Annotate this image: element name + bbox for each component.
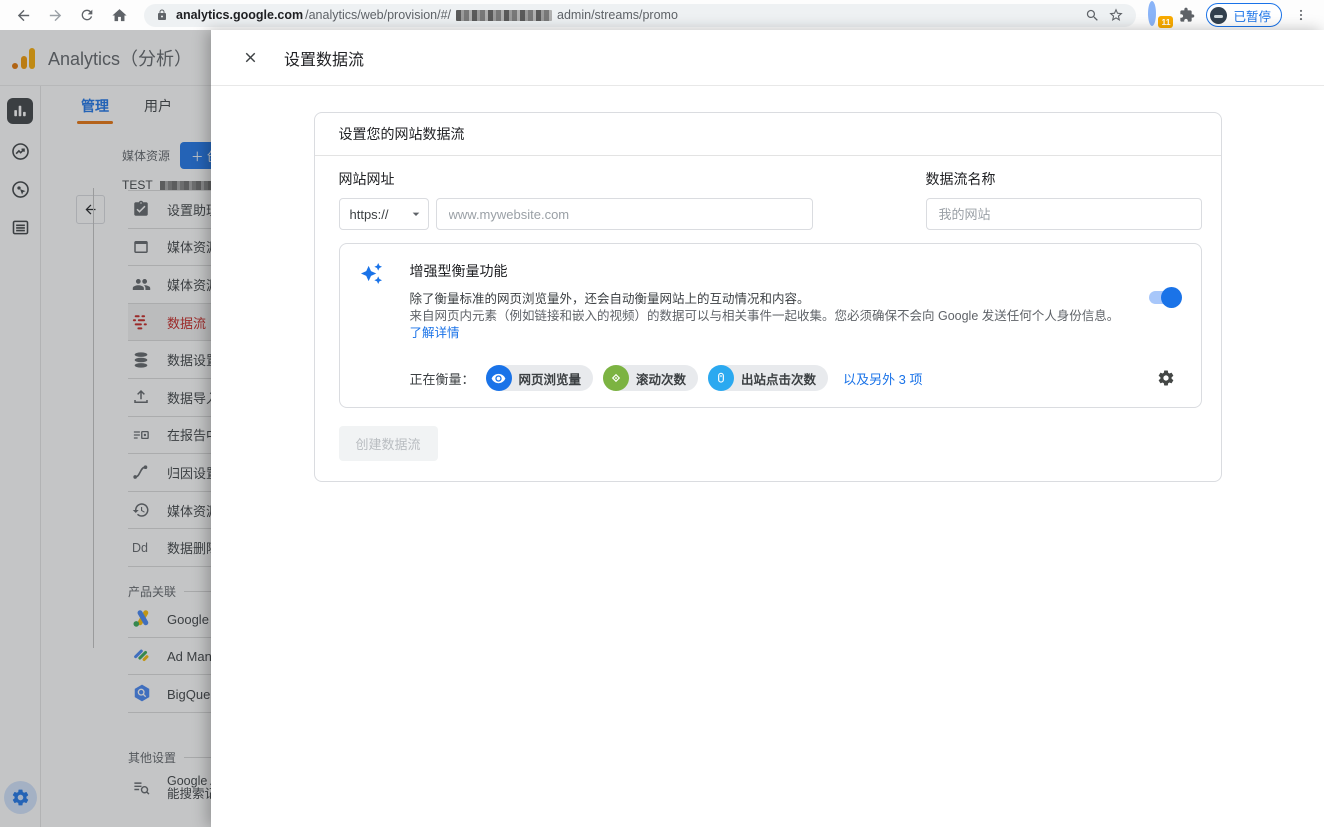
protocol-select[interactable]: https:// [339,198,429,230]
learn-more-link[interactable]: 了解详情 [410,326,460,340]
browser-back-button[interactable] [10,2,36,28]
chip-outbound-clicks: 出站点击次数 [708,365,828,391]
enhanced-measurement-panel: 增强型衡量功能 除了衡量标准的网页浏览量外，还会自动衡量网站上的互动情况和内容。… [339,243,1202,408]
chip-scrolls: 滚动次数 [603,365,698,391]
setup-stream-modal: 设置数据流 设置您的网站数据流 网站网址 https:// [211,30,1324,827]
website-url-input[interactable] [436,198,813,230]
website-url-label: 网站网址 [339,169,813,189]
browser-refresh-button[interactable] [74,2,100,28]
enhanced-description-line1: 除了衡量标准的网页浏览量外，还会自动衡量网站上的互动情况和内容。 [410,291,1131,308]
stream-setup-card: 设置您的网站数据流 网站网址 https:// [314,112,1222,482]
more-items-link[interactable]: 以及另外 3 项 [843,369,922,388]
modal-backdrop [0,30,211,827]
chevron-down-icon [408,206,424,222]
measuring-row: 正在衡量： 网页浏览量 滚动次数 [410,365,1179,391]
measuring-label: 正在衡量： [410,369,475,388]
profile-paused-button[interactable]: 已暂停 [1206,3,1282,27]
search-icon[interactable] [1085,8,1100,23]
modal-title: 设置数据流 [284,46,364,70]
card-title: 设置您的网站数据流 [315,113,1221,156]
redacted-url-segment [456,10,552,21]
url-text: analytics.google.com/analytics/web/provi… [176,8,678,22]
create-stream-button[interactable]: 创建数据流 [339,426,438,461]
extension-loop-icon[interactable]: 11 [1148,5,1168,25]
eye-icon [486,365,512,391]
address-bar[interactable]: analytics.google.com/analytics/web/provi… [144,4,1136,27]
stream-name-label: 数据流名称 [926,169,1202,189]
extension-badge: 11 [1158,16,1173,28]
browser-forward-button[interactable] [42,2,68,28]
lock-icon [156,9,168,21]
browser-home-button[interactable] [106,2,132,28]
enhanced-measurement-toggle[interactable] [1149,291,1179,304]
sparkle-icon [360,261,410,342]
measurement-settings-gear-icon[interactable] [1157,369,1175,387]
background-app-region: Analytics（分析） 管理 用户 [0,30,211,827]
chip-page-views: 网页浏览量 [486,365,594,391]
avatar [1210,7,1227,24]
extensions-puzzle-icon[interactable] [1174,2,1200,28]
close-icon[interactable] [242,49,259,66]
browser-menu-icon[interactable] [1288,2,1314,28]
mouse-icon [708,365,734,391]
bookmark-star-icon[interactable] [1108,7,1124,23]
enhanced-description-line2: 来自网页内元素（例如链接和嵌入的视频）的数据可以与相关事件一起收集。您必须确保不… [410,308,1131,342]
modal-header: 设置数据流 [211,30,1324,86]
enhanced-measurement-title: 增强型衡量功能 [410,261,1131,281]
stream-name-input[interactable] [926,198,1202,230]
browser-toolbar: analytics.google.com/analytics/web/provi… [0,0,1324,30]
scroll-icon [603,365,629,391]
